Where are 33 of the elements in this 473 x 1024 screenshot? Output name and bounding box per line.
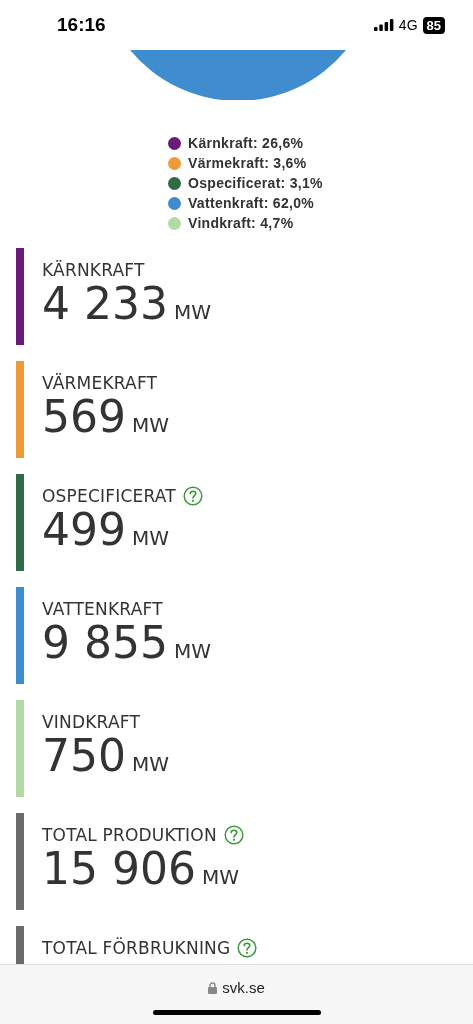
unit-label: MW [201, 865, 239, 889]
metric-label: VINDKRAFT [42, 712, 140, 732]
legend-label: Ospecificerat: 3,1% [188, 175, 323, 191]
unit-label: MW [173, 300, 211, 324]
unit-label: MW [132, 752, 169, 776]
signal-icon [373, 19, 394, 31]
metric-label: KÄRNKRAFT [42, 260, 145, 280]
legend-label: Kärnkraft: 26,6% [188, 135, 304, 151]
metric-value: 750 [42, 730, 126, 782]
help-icon[interactable] [182, 486, 203, 506]
metric-label: TOTAL FÖRBRUKNING [42, 938, 231, 958]
metric-value: 4 233 [42, 278, 168, 330]
clock: 16:16 [57, 14, 106, 36]
network-label: 4G [398, 17, 418, 33]
metric-label: VATTENKRAFT [42, 599, 163, 619]
metric-value: 15 906 [42, 843, 196, 895]
metric-label: OSPECIFICERAT [42, 486, 176, 506]
legend-label: Värmekraft: 3,6% [188, 155, 307, 171]
metric-label: TOTAL PRODUKTION [42, 825, 217, 845]
unit-label: MW [132, 526, 169, 550]
help-icon[interactable] [237, 938, 258, 958]
metric-label: VÄRMEKRAFT [42, 373, 158, 393]
metric-value: 569 [42, 391, 126, 443]
battery-indicator: 85 [422, 16, 445, 34]
legend-label: Vindkraft: 4,7% [188, 215, 294, 231]
metric-value: 499 [42, 504, 126, 556]
unit-label: MW [173, 639, 211, 663]
url-text[interactable]: svk.se [222, 979, 265, 996]
lock-icon [208, 981, 218, 994]
legend-label: Vattenkraft: 62,0% [188, 195, 314, 211]
help-icon[interactable] [223, 825, 244, 845]
unit-label: MW [132, 413, 169, 437]
metric-value: 9 855 [42, 617, 168, 669]
